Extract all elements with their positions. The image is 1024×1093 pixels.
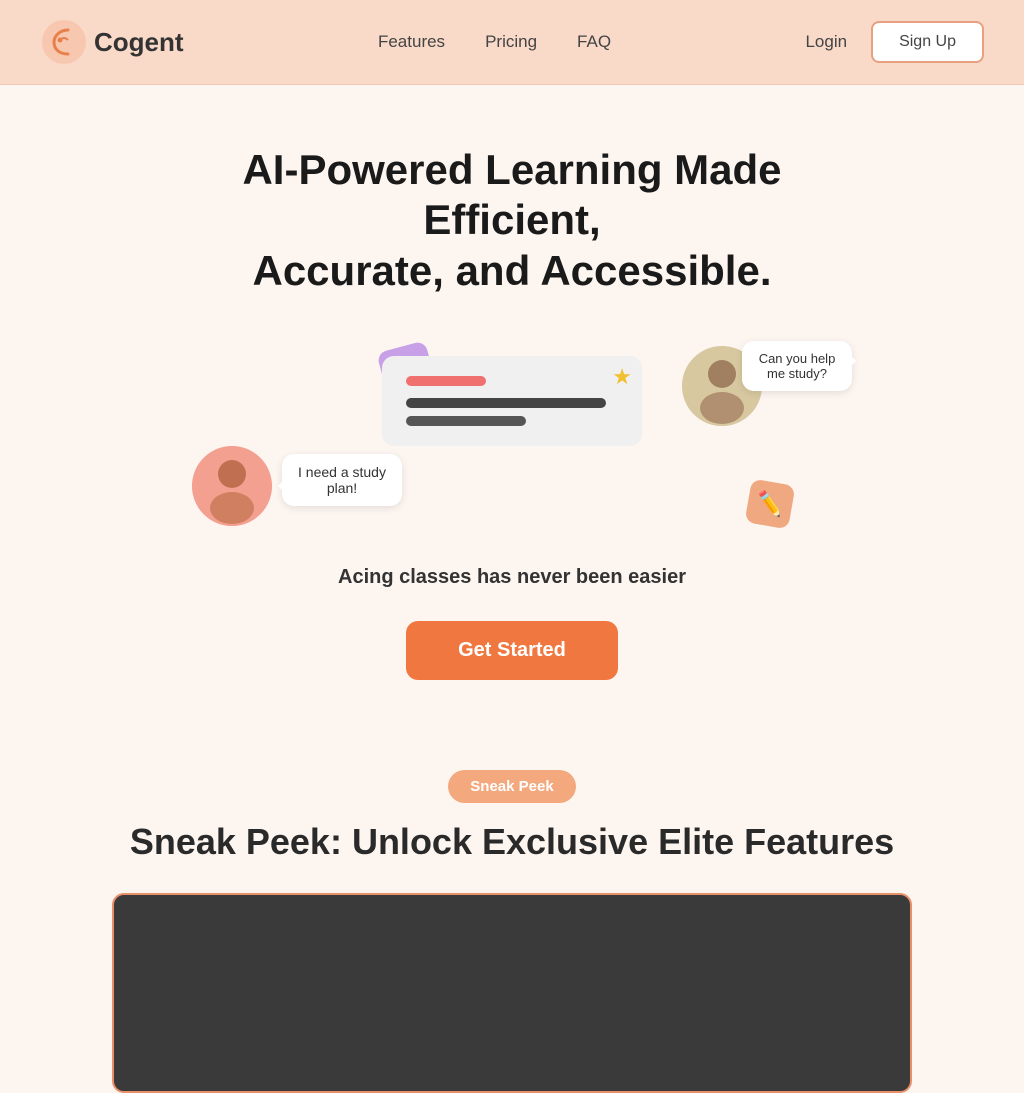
hero-heading: AI-Powered Learning Made Efficient, Accu… bbox=[162, 145, 862, 296]
card-bar-dark2 bbox=[406, 416, 526, 426]
hero-illustration: 🧠 I need a study plan! ★ bbox=[162, 336, 862, 536]
avatar-left bbox=[192, 446, 272, 526]
logo-text: Cogent bbox=[94, 27, 184, 58]
card-bar-dark1 bbox=[406, 398, 606, 408]
sneak-peek-video bbox=[112, 893, 912, 1093]
nav-faq[interactable]: FAQ bbox=[577, 32, 611, 51]
logo[interactable]: Cogent bbox=[40, 18, 184, 66]
nav-actions: Login Sign Up bbox=[805, 21, 984, 63]
signup-button[interactable]: Sign Up bbox=[871, 21, 984, 63]
nav-links: Features Pricing FAQ bbox=[378, 32, 611, 52]
logo-icon bbox=[40, 18, 88, 66]
bubble-left: I need a study plan! bbox=[282, 454, 402, 506]
sneak-peek-section: Sneak Peek Sneak Peek: Unlock Exclusive … bbox=[0, 720, 1024, 1093]
sneak-peek-badge: Sneak Peek bbox=[448, 770, 575, 803]
hero-section: AI-Powered Learning Made Efficient, Accu… bbox=[0, 85, 1024, 720]
pencil-icon: ✏️ bbox=[745, 479, 796, 530]
star-icon: ★ bbox=[612, 364, 632, 390]
bubble-right: Can you help me study? bbox=[742, 341, 852, 391]
card-center: ★ bbox=[382, 356, 642, 446]
nav-pricing[interactable]: Pricing bbox=[485, 32, 537, 51]
card-bar-red bbox=[406, 376, 486, 386]
navbar: Cogent Features Pricing FAQ Login Sign U… bbox=[0, 0, 1024, 85]
nav-features[interactable]: Features bbox=[378, 32, 445, 51]
sneak-peek-title: Sneak Peek: Unlock Exclusive Elite Featu… bbox=[40, 821, 984, 863]
login-button[interactable]: Login bbox=[805, 32, 847, 52]
get-started-button[interactable]: Get Started bbox=[406, 621, 618, 680]
hero-subtext: Acing classes has never been easier bbox=[40, 566, 984, 589]
avatar-left-image bbox=[192, 446, 272, 526]
